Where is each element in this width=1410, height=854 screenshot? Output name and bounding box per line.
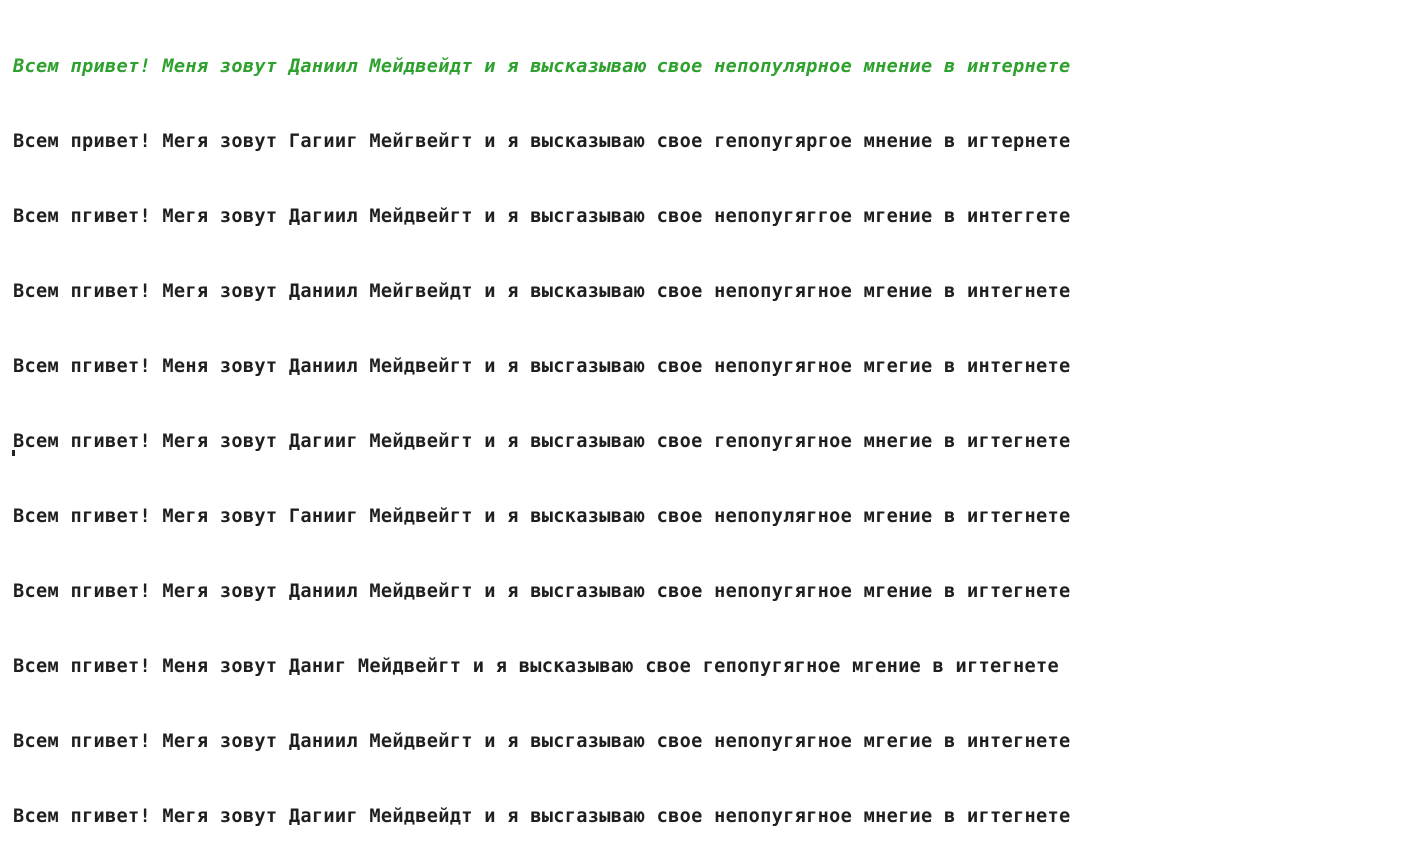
output-line: Всем пгивет! Мегя зовут Дагииг Мейдвейдт… [13, 806, 1071, 827]
console-output: Всем привет! Меня зовут Даниил Мейдвейдт… [0, 0, 1410, 827]
output-line: Всем пгивет! Мегя зовут Ганииг Мейдвейгт… [13, 506, 1071, 527]
output-line: Всем пгивет! Меня зовут Даниил Мейдвейгт… [13, 356, 1071, 377]
output-line: Всем привет! Мегя зовут Гагииг Мейгвейгт… [13, 131, 1071, 152]
output-line: Всем пгивет! Мегя зовут Дагииг Мейдвейгт… [13, 431, 1071, 452]
output-line: Всем пгивет! Мегя зовут Даниил Мейдвейгт… [13, 581, 1071, 602]
output-line: Всем пгивет! Мегя зовут Дагиил Мейдвейгт… [13, 206, 1071, 227]
header-comment-line: Всем привет! Меня зовут Даниил Мейдвейдт… [13, 56, 1071, 77]
text-cursor [12, 450, 15, 456]
output-line: Всем пгивет! Мегя зовут Даниил Мейгвейдт… [13, 281, 1071, 302]
output-line: Всем пгивет! Мегя зовут Даниил Мейдвейгт… [13, 731, 1071, 752]
output-line: Всем пгивет! Меня зовут Даниг Мейдвейгт … [13, 656, 1059, 677]
